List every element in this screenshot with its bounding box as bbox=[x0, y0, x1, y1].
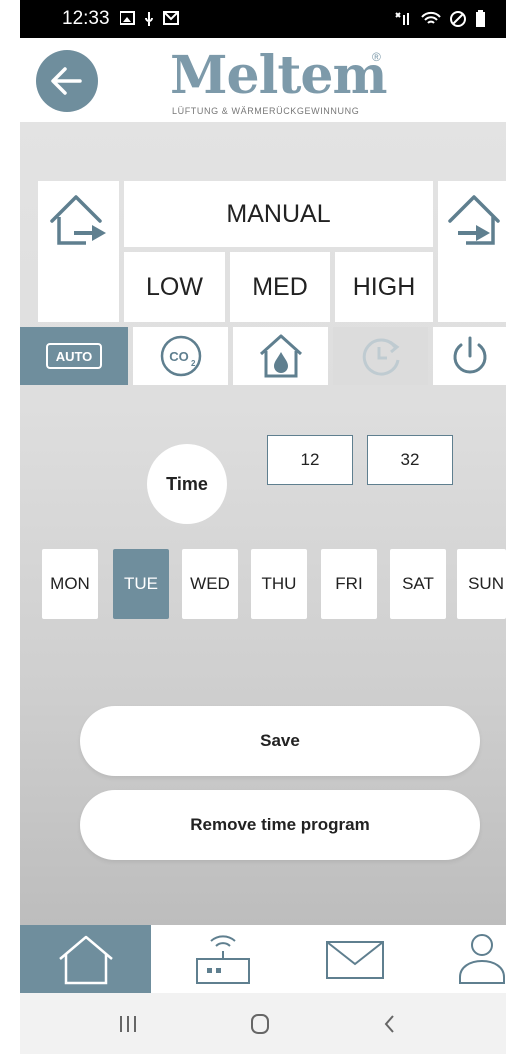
day-mon-button[interactable]: MON bbox=[42, 549, 98, 619]
auto-mode-tile[interactable]: AUTO bbox=[20, 327, 128, 385]
day-thu-label: THU bbox=[261, 574, 297, 593]
home-icon bbox=[58, 935, 113, 985]
mail-icon bbox=[326, 941, 384, 979]
save-button[interactable]: Save bbox=[80, 706, 480, 776]
bottom-tab-bar bbox=[20, 925, 506, 993]
system-nav-bar bbox=[20, 993, 506, 1054]
auto-icon: AUTO bbox=[46, 343, 102, 369]
time-label-text: Time bbox=[166, 473, 208, 494]
day-wed-label: WED bbox=[190, 574, 230, 593]
logo-wordmark: Meltem bbox=[170, 45, 388, 106]
speed-low-button[interactable]: LOW bbox=[124, 252, 225, 322]
remove-time-program-button[interactable]: Remove time program bbox=[80, 790, 480, 860]
minute-value: 32 bbox=[400, 450, 420, 469]
notification-icons bbox=[120, 11, 179, 26]
day-tue-label: TUE bbox=[124, 574, 158, 593]
minute-field[interactable]: 32 bbox=[367, 435, 453, 485]
system-status-icons bbox=[395, 10, 485, 27]
hour-value: 12 bbox=[300, 450, 320, 469]
tab-profile[interactable] bbox=[430, 925, 506, 993]
arrow-left-icon bbox=[51, 67, 82, 95]
speed-low-label: LOW bbox=[146, 272, 203, 301]
hour-field[interactable]: 12 bbox=[267, 435, 353, 485]
day-tue-button[interactable]: TUE bbox=[113, 549, 169, 619]
registered-mark: ® bbox=[372, 50, 381, 64]
recents-icon bbox=[120, 1016, 136, 1032]
day-wed-button[interactable]: WED bbox=[182, 549, 238, 619]
power-icon bbox=[453, 336, 486, 374]
power-tile[interactable] bbox=[433, 327, 506, 385]
recents-button[interactable] bbox=[108, 1007, 148, 1041]
status-time: 12:33 bbox=[62, 8, 110, 29]
timer-icon bbox=[362, 338, 399, 376]
mode-title: MANUAL bbox=[124, 181, 433, 247]
tab-device[interactable] bbox=[170, 925, 275, 993]
brand-logo: Meltem ® LÜFTUNG & WÄRMERÜCKGEWINNUNG bbox=[170, 45, 388, 120]
speed-high-label: HIGH bbox=[352, 272, 416, 301]
svg-text:CO: CO bbox=[169, 349, 189, 364]
house-enter-icon bbox=[448, 195, 500, 245]
co2-mode-tile[interactable]: CO 2 bbox=[133, 327, 228, 385]
speed-med-button[interactable]: MED bbox=[230, 252, 330, 322]
app-header: Meltem ® LÜFTUNG & WÄRMERÜCKGEWINNUNG bbox=[20, 38, 506, 122]
day-sat-label: SAT bbox=[402, 574, 434, 593]
mode-title-text: MANUAL bbox=[226, 199, 331, 228]
back-nav-button[interactable] bbox=[370, 1007, 410, 1041]
speed-high-button[interactable]: HIGH bbox=[335, 252, 433, 322]
router-icon bbox=[195, 935, 250, 984]
home-mode-button[interactable] bbox=[438, 181, 506, 322]
save-label: Save bbox=[260, 731, 300, 750]
user-icon bbox=[459, 934, 505, 984]
logo-tagline: LÜFTUNG & WÄRMERÜCKGEWINNUNG bbox=[172, 106, 360, 116]
status-bar: 12:33 bbox=[20, 0, 506, 38]
speed-med-label: MED bbox=[252, 272, 308, 301]
remove-label: Remove time program bbox=[190, 815, 370, 834]
day-thu-button[interactable]: THU bbox=[251, 549, 307, 619]
day-fri-label: FRI bbox=[335, 574, 363, 593]
main-content: MANUAL LOW MED HIGH AUTO CO 2 Time 12 32… bbox=[20, 122, 506, 925]
humidity-mode-tile[interactable] bbox=[233, 327, 328, 385]
time-label: Time bbox=[147, 444, 227, 524]
away-mode-button[interactable] bbox=[38, 181, 119, 322]
tab-home[interactable] bbox=[20, 925, 151, 993]
humidity-house-icon bbox=[259, 334, 302, 378]
back-button[interactable] bbox=[36, 50, 98, 112]
day-sun-button[interactable]: SUN bbox=[457, 549, 506, 619]
house-exit-icon bbox=[50, 195, 106, 245]
back-nav-icon bbox=[384, 1015, 394, 1033]
timer-mode-tile[interactable] bbox=[333, 327, 428, 385]
auto-icon-label: AUTO bbox=[56, 349, 93, 364]
tab-messages[interactable] bbox=[300, 925, 410, 993]
app-screen: 12:33 Meltem ® LÜFTUNG & WÄRMERÜCKGEWINN… bbox=[20, 0, 506, 1054]
day-fri-button[interactable]: FRI bbox=[321, 549, 377, 619]
home-nav-button[interactable] bbox=[240, 1007, 280, 1041]
co2-icon: CO 2 bbox=[160, 335, 201, 377]
day-sat-button[interactable]: SAT bbox=[390, 549, 446, 619]
svg-text:2: 2 bbox=[191, 359, 196, 368]
day-sun-label: SUN bbox=[468, 574, 504, 593]
day-mon-label: MON bbox=[50, 574, 90, 593]
home-nav-icon bbox=[251, 1014, 269, 1034]
